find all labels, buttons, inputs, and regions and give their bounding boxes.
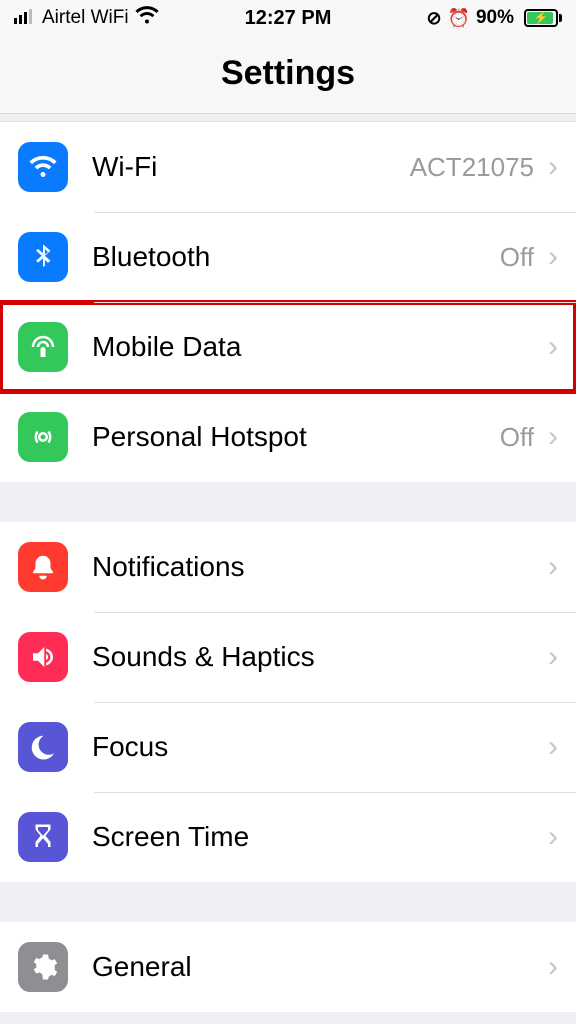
- hourglass-icon: [18, 812, 68, 862]
- row-value: Off: [500, 242, 534, 273]
- row-label: Mobile Data: [92, 331, 534, 363]
- chevron-right-icon: ›: [548, 640, 558, 674]
- chevron-right-icon: ›: [548, 730, 558, 764]
- chevron-right-icon: ›: [548, 420, 558, 454]
- row-label: Focus: [92, 731, 542, 763]
- status-bar: Airtel WiFi 12:27 PM ⊘ ⏰ 90% ⚡: [0, 0, 576, 36]
- row-screen-time[interactable]: Screen Time ›: [0, 792, 576, 882]
- row-value: ACT21075: [410, 152, 534, 183]
- row-label: Bluetooth: [92, 241, 500, 273]
- row-label: General: [92, 951, 542, 983]
- battery-percent: 90%: [476, 7, 514, 29]
- status-right: ⊘ ⏰ 90% ⚡: [426, 7, 562, 29]
- chevron-right-icon: ›: [548, 950, 558, 984]
- chevron-right-icon: ›: [548, 820, 558, 854]
- row-bluetooth[interactable]: Bluetooth Off ›: [0, 212, 576, 302]
- cellular-bars-icon: [14, 7, 36, 30]
- settings-group-connectivity: Wi-Fi ACT21075 › Bluetooth Off › Mobile …: [0, 122, 576, 482]
- chevron-right-icon: ›: [548, 150, 558, 184]
- chevron-right-icon: ›: [548, 550, 558, 584]
- row-focus[interactable]: Focus ›: [0, 702, 576, 792]
- page-title: Settings: [0, 54, 576, 93]
- wifi-icon: [135, 6, 159, 30]
- speaker-icon: [18, 632, 68, 682]
- moon-icon: [18, 722, 68, 772]
- settings-group-alerts: Notifications › Sounds & Haptics › Focus…: [0, 522, 576, 882]
- alarm-icon: ⏰: [448, 8, 470, 29]
- spacer: [0, 482, 576, 522]
- bluetooth-icon: [18, 232, 68, 282]
- orientation-lock-icon: ⊘: [426, 8, 441, 29]
- row-value: Off: [500, 422, 534, 453]
- row-label: Notifications: [92, 551, 542, 583]
- settings-group-general: General ›: [0, 922, 576, 1012]
- battery-icon: ⚡: [520, 9, 562, 27]
- chevron-right-icon: ›: [548, 330, 558, 364]
- row-label: Sounds & Haptics: [92, 641, 542, 673]
- row-mobile-data[interactable]: Mobile Data ›: [0, 302, 576, 392]
- bell-icon: [18, 542, 68, 592]
- spacer: [0, 882, 576, 922]
- spacer: [0, 114, 576, 122]
- page-header: Settings: [0, 36, 576, 114]
- gear-icon: [18, 942, 68, 992]
- row-sounds[interactable]: Sounds & Haptics ›: [0, 612, 576, 702]
- row-label: Wi-Fi: [92, 151, 410, 183]
- row-label: Personal Hotspot: [92, 421, 500, 453]
- status-time: 12:27 PM: [245, 7, 332, 30]
- wifi-icon: [18, 142, 68, 192]
- hotspot-icon: [18, 412, 68, 462]
- carrier-label: Airtel WiFi: [42, 7, 129, 29]
- row-wifi[interactable]: Wi-Fi ACT21075 ›: [0, 122, 576, 212]
- chevron-right-icon: ›: [548, 240, 558, 274]
- row-label: Screen Time: [92, 821, 542, 853]
- status-left: Airtel WiFi: [14, 6, 159, 30]
- cellular-icon: [18, 322, 68, 372]
- row-notifications[interactable]: Notifications ›: [0, 522, 576, 612]
- row-general[interactable]: General ›: [0, 922, 576, 1012]
- row-hotspot[interactable]: Personal Hotspot Off ›: [0, 392, 576, 482]
